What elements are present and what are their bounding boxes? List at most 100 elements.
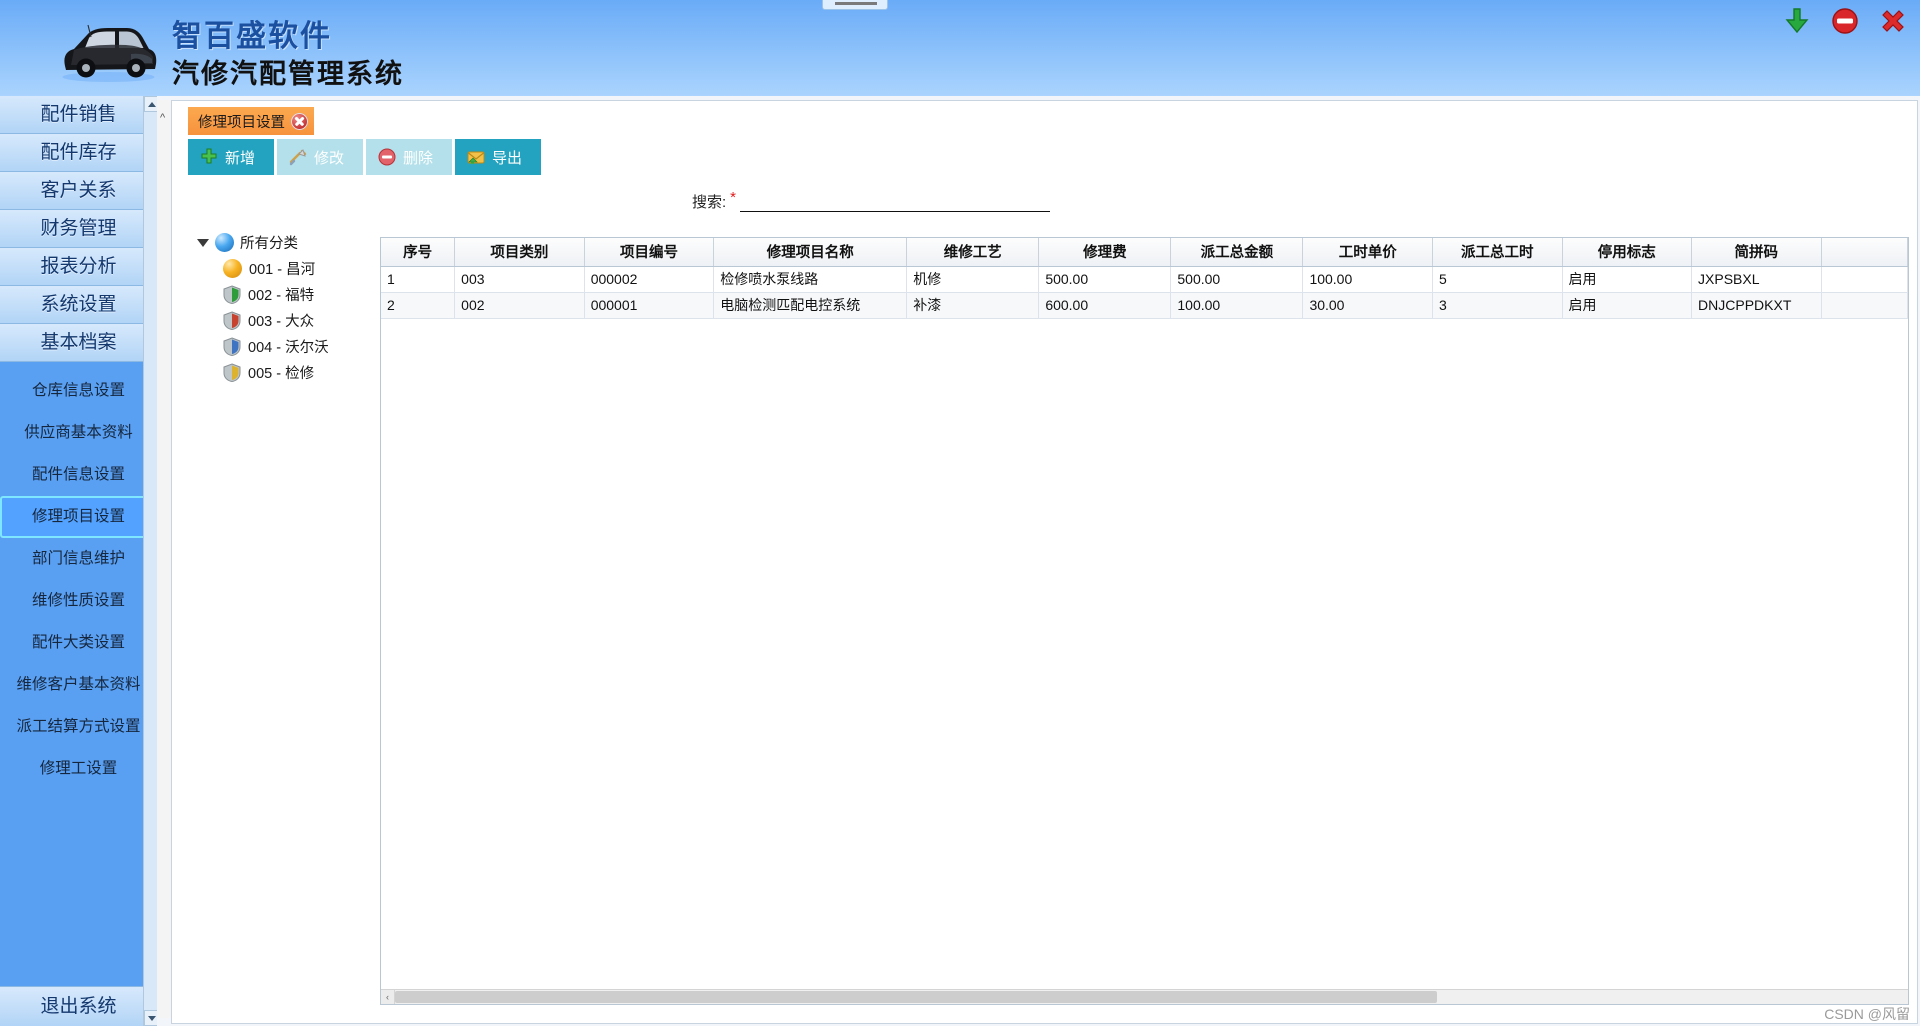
cell-seq: 2	[381, 292, 456, 319]
cell-fee: 500.00	[1038, 266, 1172, 293]
tree-node-002[interactable]: 002 - 福特	[223, 281, 377, 307]
sidebar-item-warehouse-settings[interactable]: 仓库信息设置	[0, 370, 157, 412]
brand-subtitle: 汽修汽配管理系统	[172, 59, 404, 89]
tree-node-001[interactable]: 001 - 昌河	[223, 255, 377, 281]
scroll-down-arrow-icon[interactable]	[144, 1010, 158, 1026]
window-controls	[1782, 6, 1908, 36]
scroll-up-arrow-icon[interactable]	[144, 96, 158, 112]
export-button-label: 导出	[492, 149, 523, 167]
cell-seq: 1	[381, 266, 456, 293]
tab-repair-project-settings[interactable]: 修理项目设置	[188, 107, 314, 135]
tree-node-label: 004 - 沃尔沃	[248, 339, 329, 356]
minimize-to-tray-icon[interactable]	[1782, 6, 1812, 36]
edit-button[interactable]: 修改	[277, 139, 363, 175]
table-row[interactable]: 1 003 000002 检修喷水泵线路 机修 500.00 500.00 100.00 5 启用…	[381, 266, 1908, 293]
table-row[interactable]: 2 002 000001 电脑检测匹配电控系统 补漆 600.00 100.00 30.00 3…	[381, 292, 1908, 319]
chevron-up-icon: ^	[160, 112, 166, 124]
sidebar: 配件销售 配件库存 客户关系 财务管理 报表分析 系统设置 基本档案 仓库信息设…	[0, 96, 158, 1026]
minimize-icon[interactable]	[1830, 6, 1860, 36]
grid-header-total_hours[interactable]: 派工总工时	[1432, 238, 1563, 267]
grid-header-status[interactable]: 停用标志	[1562, 238, 1693, 267]
export-mail-icon	[467, 148, 485, 166]
grid-header-hour_price[interactable]: 工时单价	[1302, 238, 1433, 267]
delete-button[interactable]: 删除	[366, 139, 452, 175]
globe-icon	[215, 232, 234, 252]
sidebar-item-repair-project-settings[interactable]: 修理项目设置	[0, 496, 157, 538]
sidebar-item-reports[interactable]: 报表分析	[0, 248, 157, 286]
document-tabstrip: 修理项目设置	[188, 107, 314, 135]
grid-header-seq[interactable]: 序号	[381, 238, 456, 267]
sidebar-item-basic-archive[interactable]: 基本档案	[0, 324, 157, 362]
window-tab-stub-bar	[835, 2, 877, 5]
scrollbar-thumb[interactable]	[395, 991, 1437, 1003]
sidebar-item-repair-customer-info[interactable]: 维修客户基本资料	[0, 664, 157, 706]
tab-label: 修理项目设置	[198, 114, 285, 131]
red-shield-icon	[223, 310, 241, 330]
grid-header-code[interactable]: 项目编号	[584, 238, 715, 267]
cell-total_hours: 5	[1432, 266, 1563, 293]
grid-header-dispatch_amount[interactable]: 派工总金额	[1170, 238, 1304, 267]
grid-header-pinyin[interactable]: 简拼码	[1691, 238, 1822, 267]
cell-name: 电脑检测匹配电控系统	[713, 292, 908, 319]
delete-button-label: 删除	[403, 149, 434, 167]
cell-category: 003	[454, 266, 585, 293]
cell-tail	[1821, 292, 1908, 319]
sidebar-item-repair-nature[interactable]: 维修性质设置	[0, 580, 157, 622]
application-window: 智百盛软件 汽修汽配管理系统 配件销售 配件库存 客户关系 财务管理 报表分析 …	[0, 0, 1920, 1026]
category-tree: 所有分类 001 - 昌河 002 - 福特 003 - 大众 004 - 沃尔…	[197, 229, 377, 385]
cell-status: 启用	[1562, 266, 1693, 293]
orange-sphere-icon	[223, 258, 242, 278]
search-input[interactable]	[740, 192, 1051, 212]
panel-collapse-handle[interactable]: ^	[157, 100, 172, 1018]
sidebar-item-parts-inventory[interactable]: 配件库存	[0, 134, 157, 172]
sidebar-item-parts-category[interactable]: 配件大类设置	[0, 622, 157, 664]
cell-craft: 机修	[906, 266, 1040, 293]
tree-node-003[interactable]: 003 - 大众	[223, 307, 377, 333]
sidebar-item-department-info[interactable]: 部门信息维护	[0, 538, 157, 580]
sidebar-scrollbar[interactable]	[143, 96, 158, 1026]
search-row: 搜索: *	[692, 190, 1051, 212]
window-tab-stub[interactable]	[822, 0, 888, 10]
cell-code: 000001	[584, 292, 715, 319]
sidebar-item-system-settings[interactable]: 系统设置	[0, 286, 157, 324]
add-button[interactable]: 新增	[188, 139, 274, 175]
data-grid: 序号 项目类别 项目编号 修理项目名称 维修工艺 修理费 派工总金额 工时单价 派工总工时 停用标…	[380, 237, 1909, 1005]
grid-header-category[interactable]: 项目类别	[454, 238, 585, 267]
grid-header-craft[interactable]: 维修工艺	[906, 238, 1040, 267]
grid-horizontal-scrollbar[interactable]: ‹	[381, 989, 1908, 1004]
cell-dispatch_amount: 500.00	[1170, 266, 1304, 293]
sidebar-item-mechanic-settings[interactable]: 修理工设置	[0, 748, 157, 790]
plus-icon	[200, 148, 218, 166]
car-icon	[62, 24, 157, 82]
sidebar-item-finance[interactable]: 财务管理	[0, 210, 157, 248]
cell-dispatch_amount: 100.00	[1170, 292, 1304, 319]
tree-root-node[interactable]: 所有分类	[197, 229, 377, 255]
grid-table: 序号 项目类别 项目编号 修理项目名称 维修工艺 修理费 派工总金额 工时单价 派工总工时 停用标…	[381, 238, 1908, 918]
close-circle-icon[interactable]	[291, 112, 308, 130]
grid-header-name[interactable]: 修理项目名称	[713, 238, 908, 267]
brand-block: 智百盛软件 汽修汽配管理系统	[172, 18, 404, 92]
sidebar-item-customer-relations[interactable]: 客户关系	[0, 172, 157, 210]
tree-node-005[interactable]: 005 - 检修	[223, 359, 377, 385]
cell-hour_price: 30.00	[1302, 292, 1433, 319]
grid-body: 1 003 000002 检修喷水泵线路 机修 500.00 500.00 100.00 5 启用…	[381, 266, 1908, 918]
sidebar-item-dispatch-settlement[interactable]: 派工结算方式设置	[0, 706, 157, 748]
sidebar-item-parts-info-settings[interactable]: 配件信息设置	[0, 454, 157, 496]
cell-craft: 补漆	[906, 292, 1040, 319]
sidebar-item-supplier-info[interactable]: 供应商基本资料	[0, 412, 157, 454]
tree-node-004[interactable]: 004 - 沃尔沃	[223, 333, 377, 359]
grid-header-fee[interactable]: 修理费	[1038, 238, 1172, 267]
grid-header-tail[interactable]	[1821, 238, 1908, 267]
close-icon[interactable]	[1878, 6, 1908, 36]
cell-pinyin: JXPSBXL	[1691, 266, 1822, 293]
scroll-left-arrow-icon[interactable]: ‹	[381, 990, 395, 1004]
export-button[interactable]: 导出	[455, 139, 541, 175]
sidebar-item-parts-sales[interactable]: 配件销售	[0, 96, 157, 134]
exit-system-button[interactable]: 退出系统	[0, 986, 157, 1026]
cell-status: 启用	[1562, 292, 1693, 319]
grid-header-row: 序号 项目类别 项目编号 修理项目名称 维修工艺 修理费 派工总金额 工时单价 派工总工时 停用标…	[381, 238, 1908, 267]
edit-button-label: 修改	[314, 149, 345, 167]
triangle-expanded-icon[interactable]	[197, 239, 209, 247]
add-button-label: 新增	[225, 149, 256, 167]
blue-shield-icon	[223, 336, 241, 356]
